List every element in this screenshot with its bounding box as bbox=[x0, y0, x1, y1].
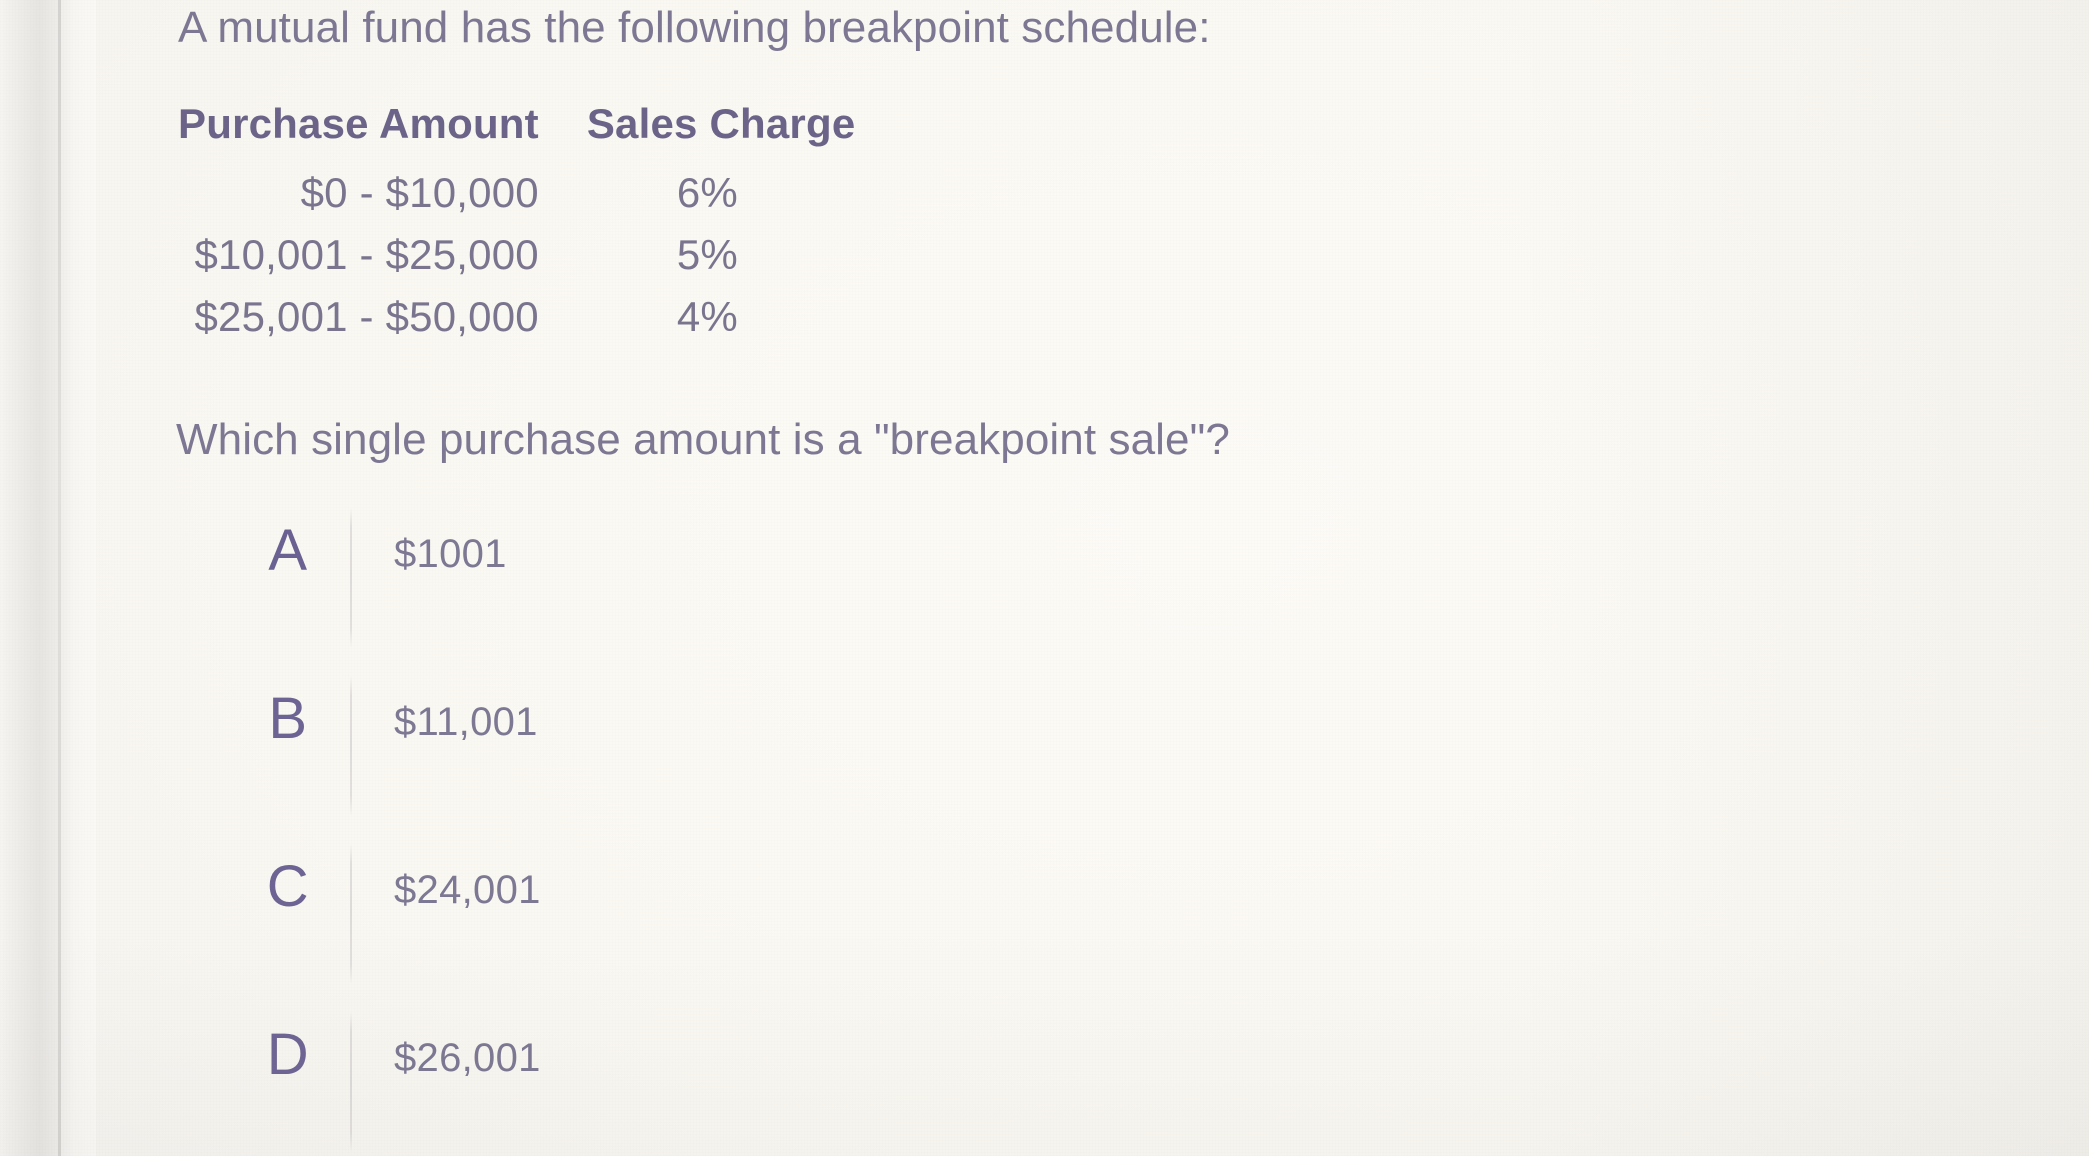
answer-choice-c[interactable]: C $24,001 bbox=[178, 834, 1178, 1002]
choice-letter-b: B bbox=[268, 686, 308, 751]
column-header-purchase-amount: Purchase Amount bbox=[178, 100, 539, 147]
choice-text-a: $1001 bbox=[394, 532, 507, 576]
choice-letter-d: D bbox=[266, 1022, 310, 1087]
answer-choice-list: A $1001 B $11,001 C $24,001 D $26,001 bbox=[178, 498, 1178, 1156]
answer-choice-a[interactable]: A $1001 bbox=[178, 498, 1178, 666]
question-content: A mutual fund has the following breakpoi… bbox=[0, 0, 2089, 1156]
schedule-body: $0 - $10,000 6% $10,001 - $25,000 5% $25… bbox=[178, 166, 855, 352]
table-row: $0 - $10,000 6% bbox=[178, 166, 855, 228]
cell-purchase-amount: $10,001 - $25,000 bbox=[194, 231, 539, 278]
cell-sales-charge: 5% bbox=[676, 231, 738, 278]
schedule-header-row: Purchase Amount Sales Charge bbox=[178, 100, 855, 166]
cell-purchase-amount: $0 - $10,000 bbox=[300, 169, 539, 216]
question-text: Which single purchase amount is a "break… bbox=[176, 415, 1230, 464]
question-prompt: A mutual fund has the following breakpoi… bbox=[178, 3, 1211, 52]
cell-sales-charge: 4% bbox=[676, 293, 738, 340]
choice-text-b: $11,001 bbox=[394, 700, 538, 744]
cell-sales-charge: 6% bbox=[676, 169, 738, 216]
breakpoint-schedule-table: Purchase Amount Sales Charge $0 - $10,00… bbox=[178, 100, 855, 352]
choice-letter-a: A bbox=[268, 518, 308, 583]
schedule-header: Purchase Amount Sales Charge bbox=[178, 100, 855, 166]
choice-text-c: $24,001 bbox=[394, 868, 541, 912]
choice-divider bbox=[350, 844, 352, 984]
choice-divider bbox=[350, 508, 352, 648]
table-row: $10,001 - $25,000 5% bbox=[178, 228, 855, 290]
choice-letter-c: C bbox=[266, 854, 310, 919]
table-row: $25,001 - $50,000 4% bbox=[178, 290, 855, 352]
choice-divider bbox=[350, 1012, 352, 1152]
choice-divider bbox=[350, 676, 352, 816]
cell-purchase-amount: $25,001 - $50,000 bbox=[194, 293, 539, 340]
choice-text-d: $26,001 bbox=[394, 1036, 541, 1080]
question-screenshot: A mutual fund has the following breakpoi… bbox=[0, 0, 2089, 1156]
answer-choice-d[interactable]: D $26,001 bbox=[178, 1002, 1178, 1156]
column-header-sales-charge: Sales Charge bbox=[586, 100, 856, 147]
answer-choice-b[interactable]: B $11,001 bbox=[178, 666, 1178, 834]
